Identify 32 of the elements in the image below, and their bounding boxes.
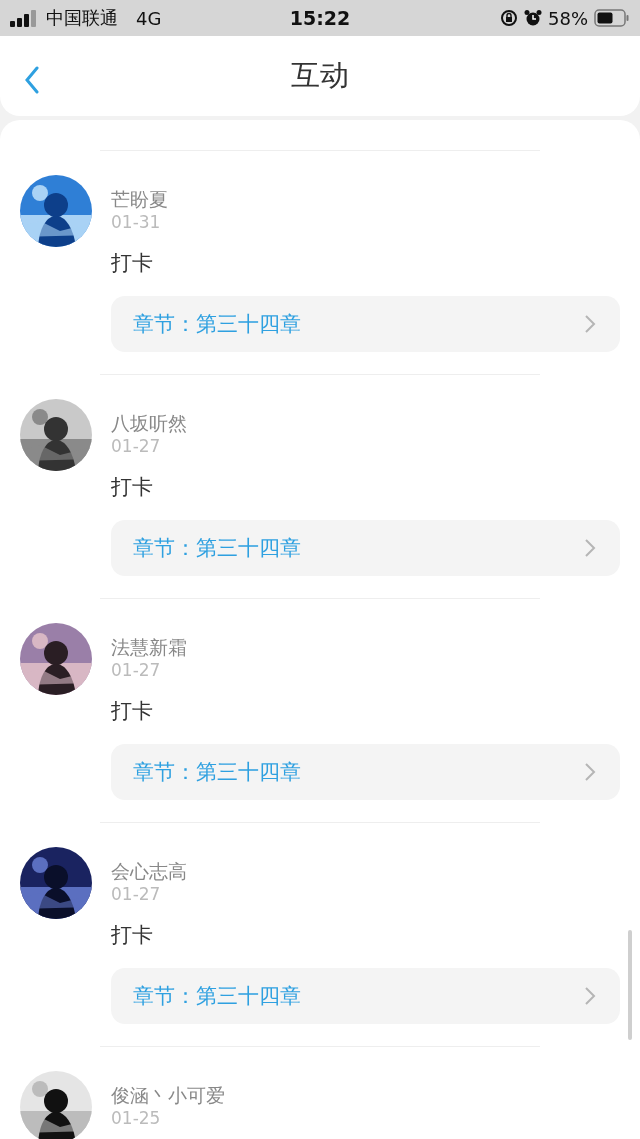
post-date: 01-25 xyxy=(111,1107,161,1130)
battery-icon xyxy=(594,9,630,27)
chapter-link[interactable]: 章节：第三十四章 xyxy=(111,296,620,352)
chevron-right-icon xyxy=(584,986,596,1006)
chevron-right-icon xyxy=(584,538,596,558)
user-name: 俊涵丶小可爱 xyxy=(111,1083,225,1107)
user-name: 八坂听然 xyxy=(111,411,187,435)
signal-icon xyxy=(10,9,38,27)
battery-percent: 58% xyxy=(548,7,588,29)
clock-time: 15:22 xyxy=(289,7,351,29)
back-chevron-icon xyxy=(24,66,40,94)
post-date: 01-27 xyxy=(111,883,161,906)
chapter-link[interactable]: 章节：第三十四章 xyxy=(111,744,620,800)
chapter-link[interactable]: 章节：第三十四章 xyxy=(111,968,620,1024)
page-title: 互动 xyxy=(291,57,349,94)
chevron-right-icon xyxy=(584,762,596,782)
post-content: 打卡 xyxy=(111,922,153,948)
user-name: 会心志高 xyxy=(111,859,187,883)
post-content: 打卡 xyxy=(111,250,153,276)
carrier-name: 中国联通 xyxy=(46,6,118,30)
post-date: 01-31 xyxy=(111,211,161,234)
network-type: 4G xyxy=(136,7,162,29)
user-name: 法慧新霜 xyxy=(111,635,187,659)
rotation-lock-icon xyxy=(500,9,518,27)
chapter-link[interactable]: 章节：第三十四章 xyxy=(111,520,620,576)
post-date: 01-27 xyxy=(111,435,161,458)
chevron-right-icon xyxy=(584,314,596,334)
post-content: 打卡 xyxy=(111,474,153,500)
user-name: 芒盼夏 xyxy=(111,187,168,211)
alarm-icon xyxy=(524,9,542,27)
post-date: 01-27 xyxy=(111,659,161,682)
post-content: 打卡 xyxy=(111,698,153,724)
